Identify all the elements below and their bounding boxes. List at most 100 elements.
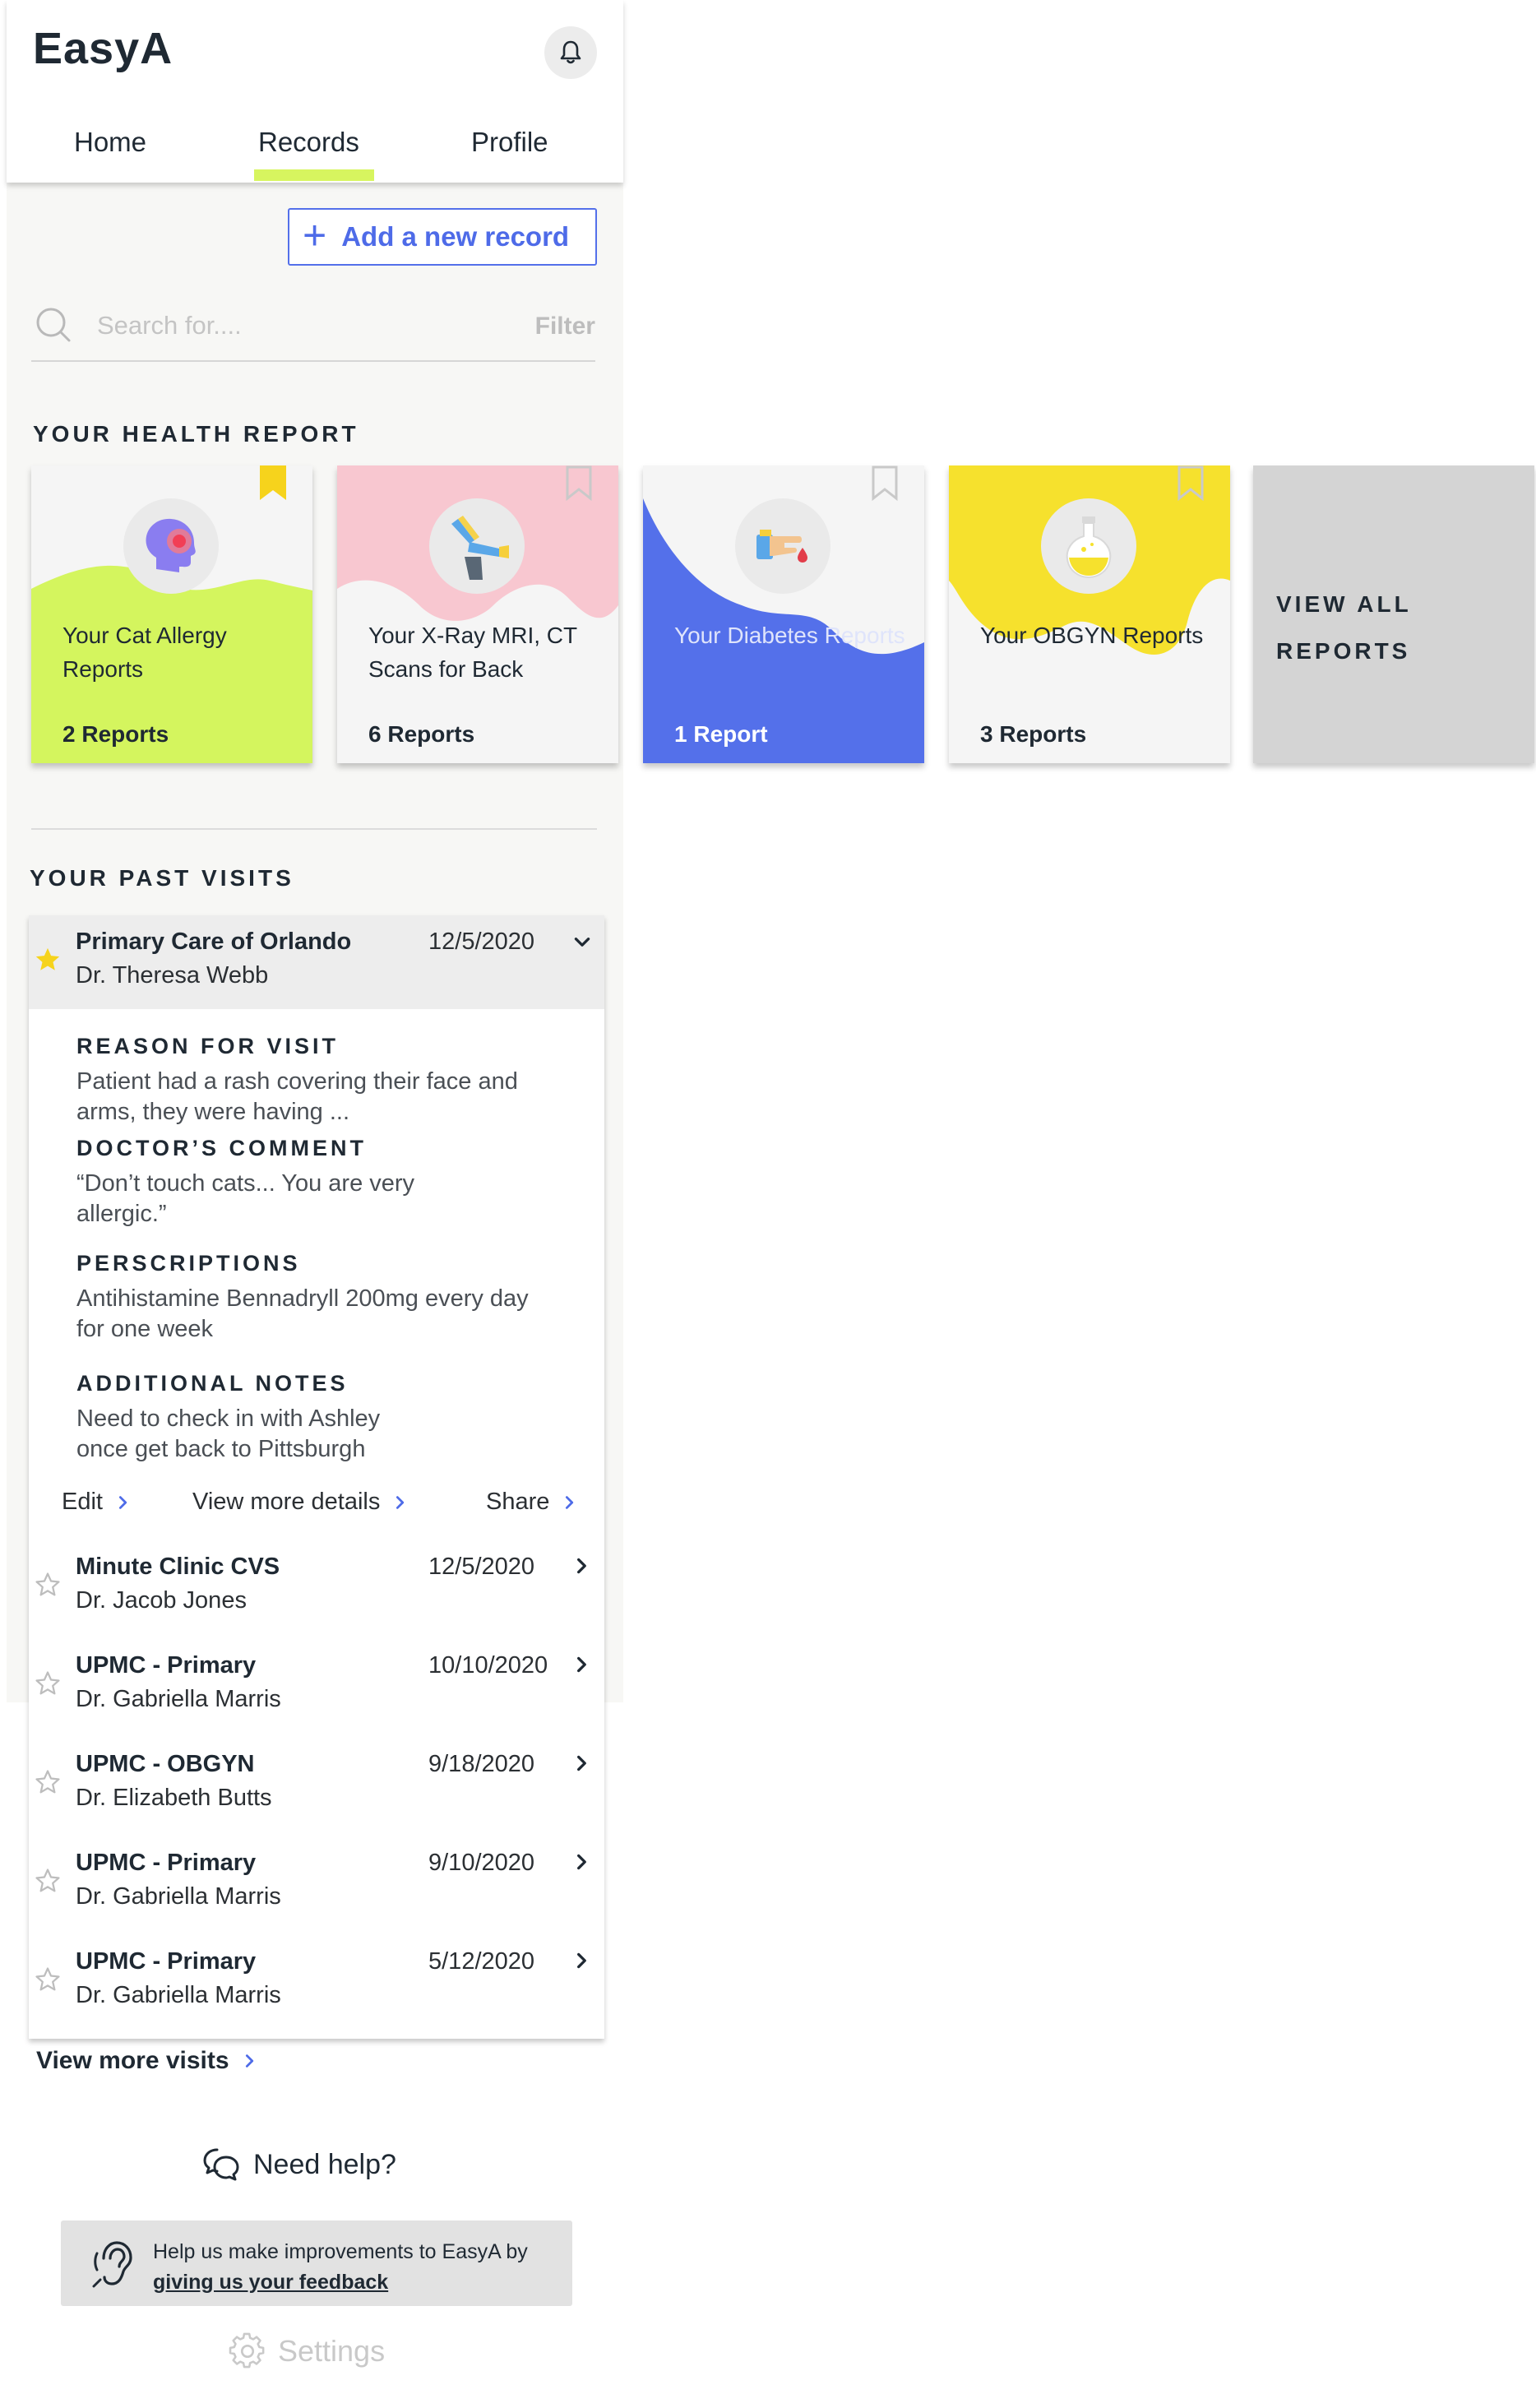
visit-place: Primary Care of Orlando [76,928,352,955]
chevron-right-icon [577,1656,586,1673]
report-card-count: 3 Reports [980,721,1087,747]
visit-place: UPMC - OBGYN [76,1751,255,1777]
chevron-right-icon [566,1495,574,1509]
feedback-text: Help us make improvements to EasyA by gi… [153,2237,548,2298]
feedback-banner: Help us make improvements to EasyA by gi… [61,2220,572,2306]
star-outline-icon[interactable] [34,1669,62,1697]
need-help-link[interactable]: Need help? [202,2146,396,2183]
view-all-reports-label: VIEW ALL REPORTS [1276,591,1412,664]
report-card-xray[interactable]: Your X-Ray MRI, CT Scans for Back 6 Repo… [337,465,618,763]
additional-notes-text: Need to check in with Ashley once get ba… [76,1405,381,1462]
reason-for-visit-text: Patient had a rash covering their face a… [76,1068,518,1125]
additional-notes-label: ADDITIONAL NOTES [76,1371,349,1396]
prescriptions-text: Antihistamine Bennadryll 200mg every day… [76,1285,529,1342]
past-visits-title: YOUR PAST VISITS [30,865,294,891]
bookmark-icon[interactable] [1176,465,1205,502]
visit-row[interactable]: UPMC - Primary Dr. Gabriella Marris 10/1… [29,1642,604,1734]
visit-row[interactable]: UPMC - Primary Dr. Gabriella Marris 9/10… [29,1840,604,1932]
lab-flask-icon [1041,498,1136,594]
active-tab-indicator [254,169,374,181]
tab-home[interactable]: Home [74,127,146,158]
star-filled-icon[interactable] [34,946,62,974]
tab-records[interactable]: Records [258,127,359,158]
chevron-right-icon [577,1854,586,1870]
app-logo: EasyA [33,24,173,73]
chat-bubbles-icon [203,2148,239,2181]
chevron-right-icon [577,1952,586,1969]
report-card-title: Your Diabetes Reports [674,623,905,648]
visit-doctor: Dr. Gabriella Marris [76,1982,281,2008]
add-record-button[interactable]: + Add a new record [288,208,597,266]
app-header: EasyA Home Records Profile [7,0,623,183]
view-all-reports-card[interactable]: VIEW ALL REPORTS [1253,465,1534,763]
bookmark-icon[interactable] [564,465,594,502]
doctor-comment-text: “Don’t touch cats... You are very allerg… [76,1170,415,1227]
bell-icon [560,40,581,64]
chevron-right-icon [577,1558,586,1574]
visit-place: UPMC - Primary [76,1652,257,1679]
report-card-cat-allergy[interactable]: Your Cat Allergy Reports 2 Reports [31,465,312,763]
give-feedback-link[interactable]: giving us your feedback [153,2271,388,2294]
bookmark-icon[interactable] [870,465,900,502]
edit-visit-link[interactable]: Edit [62,1489,132,1516]
section-divider [31,828,597,830]
settings-link[interactable]: Settings [229,2332,385,2370]
allergy-head-icon [123,498,219,594]
search-bar: Filter [31,304,595,362]
share-label: Share [486,1489,550,1515]
dental-xray-icon [429,498,525,594]
visit-place: UPMC - Primary [76,1948,257,1975]
visit-row[interactable]: Minute Clinic CVS Dr. Jacob Jones 12/5/2… [29,1544,604,1636]
health-report-title: YOUR HEALTH REPORT [33,421,359,447]
share-visit-link[interactable]: Share [486,1489,579,1516]
view-more-visits-link[interactable]: View more visits [36,2047,259,2075]
visit-date: 12/5/2020 [428,1554,535,1580]
star-outline-icon[interactable] [34,1571,62,1599]
view-more-details-link[interactable]: View more details [192,1489,409,1516]
tab-profile[interactable]: Profile [471,127,548,158]
report-card-title: Your OBGYN Reports [980,623,1204,648]
bookmark-icon[interactable] [258,465,288,502]
doctor-comment-label: DOCTOR’S COMMENT [76,1136,367,1160]
search-icon [36,308,71,342]
visit-place: UPMC - Primary [76,1850,257,1876]
star-outline-icon[interactable] [34,1966,62,1994]
visit-row[interactable]: UPMC - Primary Dr. Gabriella Marris 5/12… [29,1938,604,2031]
report-card-obgyn[interactable]: Your OBGYN Reports 3 Reports [949,465,1230,763]
notifications-button[interactable] [544,26,597,79]
report-card-count: 2 Reports [62,721,169,747]
visit-date: 9/10/2020 [428,1850,535,1876]
visit-doctor: Dr. Jacob Jones [76,1587,247,1614]
star-outline-icon[interactable] [34,1867,62,1895]
settings-label: Settings [278,2334,386,2368]
visit-date: 9/18/2020 [428,1751,535,1777]
chevron-right-icon [245,2054,253,2068]
visit-row[interactable]: UPMC - OBGYN Dr. Elizabeth Butts 9/18/20… [29,1741,604,1833]
gear-icon [229,2332,265,2369]
visit-place: Minute Clinic CVS [76,1554,280,1580]
visit-doctor: Dr. Gabriella Marris [76,1883,281,1910]
chevron-right-icon [577,1755,586,1771]
report-card-diabetes[interactable]: Your Diabetes Reports 1 Report [643,465,924,763]
add-record-label: Add a new record [341,221,570,252]
report-card-title: Your X-Ray MRI, CT Scans for Back [368,623,577,682]
filter-button[interactable]: Filter [535,313,595,340]
chevron-down-icon[interactable] [571,932,593,953]
visit-date: 5/12/2020 [428,1948,535,1975]
reason-for-visit-label: REASON FOR VISIT [76,1034,340,1058]
blood-test-finger-icon [735,498,830,594]
prescriptions-label: PERSCRIPTIONS [76,1251,301,1276]
report-card-title: Your Cat Allergy Reports [62,623,227,682]
plus-icon: + [303,212,327,258]
visit-doctor: Dr. Theresa Webb [76,962,269,989]
view-more-details-label: View more details [192,1489,381,1515]
search-input[interactable] [97,309,492,342]
tab-bar: Home Records Profile [7,122,623,183]
ear-icon [92,2241,132,2288]
visit-expanded-header[interactable]: Primary Care of Orlando Dr. Theresa Webb… [29,915,604,1009]
chevron-right-icon [396,1495,405,1509]
visits-list: Primary Care of Orlando Dr. Theresa Webb… [29,915,604,2039]
visit-date: 12/5/2020 [428,928,535,955]
star-outline-icon[interactable] [34,1768,62,1796]
report-card-count: 1 Report [674,721,768,747]
